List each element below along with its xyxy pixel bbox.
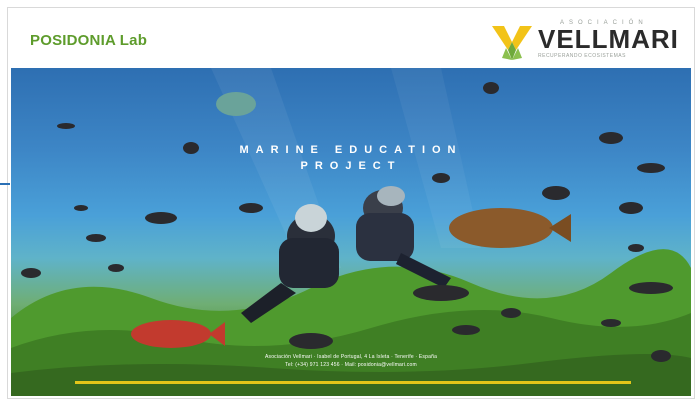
footer-contact: Tel: (+34) 971 123 456 · Mail: posidonia… [285, 362, 417, 368]
vellmari-wordmark: ASOCIACIÓN VELLMARI RECUPERANDO ECOSISTE… [538, 20, 688, 59]
org-name: VELLMARI [538, 24, 679, 54]
vellmari-logo-icon [492, 26, 532, 60]
underwater-scene [11, 68, 691, 396]
left-edge-accent [0, 183, 10, 185]
posidonia-lab-title: POSIDONIA Lab [30, 32, 148, 49]
underwater-photo: MARINE EDUCATION PROJECT Asociación Vell… [11, 68, 691, 396]
headline-line-2: PROJECT [300, 160, 402, 172]
footer-address: Asociación Vellmari · Isabel de Portugal… [264, 354, 438, 360]
poster-card: POSIDONIA Lab ASOCIACIÓN VELLMARI RECUPE… [7, 7, 695, 399]
headline-line-1: MARINE EDUCATION [239, 144, 463, 156]
yellow-divider [75, 381, 631, 384]
header-bar: POSIDONIA Lab ASOCIACIÓN VELLMARI RECUPE… [8, 8, 694, 68]
